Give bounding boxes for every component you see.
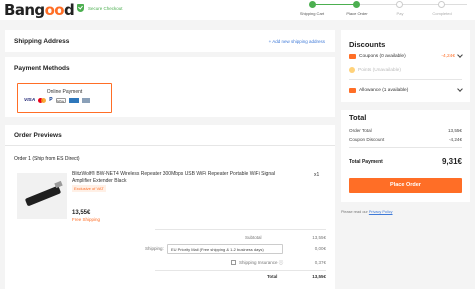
bank-icon — [81, 98, 90, 103]
total-payment-value: 9,31€ — [441, 157, 462, 166]
privacy-policy-note: Please read our Privacy Policy — [341, 210, 393, 214]
section-title: Payment Methods — [14, 65, 70, 72]
online-payment-option[interactable]: Online Payment VISA P GPay — [17, 83, 112, 113]
step-dot-completed — [438, 1, 445, 8]
points-label: Points (Unavailable) — [358, 67, 401, 73]
total-title: Total — [349, 113, 367, 122]
amex-icon — [68, 98, 79, 103]
coupon-discount-label: Coupon Discount — [349, 137, 385, 142]
total-payment-row: Total Payment 9,31€ — [349, 157, 462, 166]
coupon-discount-row: Coupon Discount -4,24€ — [349, 137, 462, 142]
vat-tag: Exclusive of VAT — [72, 185, 106, 192]
totals-panel: Total Order Total 13,55€ Coupon Discount… — [341, 110, 470, 202]
free-shipping-label: Free Shipping — [72, 217, 101, 222]
paypal-icon: P — [49, 97, 53, 103]
usb-plug-icon — [54, 180, 63, 189]
coupon-icon — [349, 53, 356, 59]
shipping-method-select[interactable]: EU Priority Mail (Free shipping & 1-2 bu… — [167, 244, 283, 254]
section-title: Shipping Address — [14, 38, 70, 45]
shipping-insurance-label: Shipping Insurance ⓘ — [239, 260, 284, 265]
policy-prefix: Please read our — [341, 210, 369, 214]
visa-icon: VISA — [24, 98, 36, 103]
points-row: Points (Unavailable) — [349, 66, 462, 74]
order-previews-section: Order Previews Order 1 (Ship from ES Dir… — [5, 125, 335, 289]
shield-icon — [77, 4, 84, 12]
place-order-button[interactable]: Place Order — [349, 178, 462, 193]
payment-icons: VISA P GPay — [24, 98, 90, 103]
privacy-policy-link[interactable]: Privacy Policy — [369, 210, 393, 214]
insurance-value: 0,37€ — [314, 260, 326, 265]
coupons-row[interactable]: Coupons (0 available) -4,24€ — [349, 52, 463, 60]
step-label-place-order: Place Order — [346, 11, 368, 16]
usb-dongle-icon — [24, 185, 62, 207]
allowance-label: Allowance (1 available) — [359, 87, 409, 93]
chevron-down-icon[interactable] — [457, 52, 463, 58]
banggood-logo[interactable]: Bangood — [4, 1, 75, 19]
chevron-down-icon[interactable] — [457, 86, 463, 92]
top-bar: Bangood Secure Checkout Shipping Cart Pl… — [0, 0, 475, 20]
checkout-progress: Shipping Cart Place Order Pay Completed — [290, 0, 475, 20]
coupon-discount-value: -4,24€ — [448, 137, 462, 142]
discounts-title: Discounts — [349, 40, 386, 49]
step-dot-pay — [396, 1, 403, 8]
section-title: Order Previews — [14, 132, 62, 139]
product-title[interactable]: BlitzWolf® BW-NET4 Wireless Repeater 300… — [72, 171, 282, 184]
product-quantity: x1 — [314, 172, 320, 178]
mastercard-icon — [38, 98, 47, 103]
shipping-label: Shipping: — [145, 246, 164, 251]
order-total-label: Order Total — [349, 128, 372, 133]
shipping-insurance-checkbox[interactable] — [231, 260, 236, 265]
discounts-panel: Discounts Coupons (0 available) -4,24€ P… — [341, 30, 470, 102]
allowance-row[interactable]: Allowance (1 available) — [349, 86, 463, 94]
product-image[interactable] — [17, 173, 67, 219]
points-icon — [349, 67, 355, 73]
product-price: 13,55€ — [72, 210, 91, 216]
subtotal-label: Subtotal — [245, 235, 262, 240]
add-shipping-address-link[interactable]: + Add new shipping address — [269, 39, 325, 44]
shipping-value: 0,00€ — [314, 246, 326, 251]
secure-checkout-badge: Secure Checkout — [77, 4, 123, 12]
gpay-icon: GPay — [55, 98, 66, 103]
step-label-cart: Shipping Cart — [299, 11, 325, 16]
step-dot-cart — [309, 1, 316, 8]
payment-methods-section: Payment Methods Online Payment VISA P GP… — [5, 57, 335, 117]
step-dot-place-order — [353, 1, 360, 8]
coupons-label: Coupons (0 available) — [359, 53, 406, 59]
total-label: Total — [267, 274, 278, 279]
coupons-value: -4,24€ — [441, 53, 455, 59]
order-label: Order 1 (Ship from ES Direct) — [14, 156, 80, 162]
total-value: 13,55€ — [312, 274, 326, 279]
shipping-address-section: Shipping Address + Add new shipping addr… — [5, 30, 335, 52]
secure-checkout-label: Secure Checkout — [88, 5, 123, 11]
order-total-value: 13,55€ — [447, 128, 462, 133]
allowance-icon — [349, 87, 356, 93]
order-total-row: Order Total 13,55€ — [349, 128, 462, 133]
step-label-pay: Pay — [396, 11, 404, 16]
step-label-completed: Completed — [432, 11, 452, 16]
subtotal-value: 13,55€ — [312, 235, 326, 240]
online-payment-label: Online Payment — [46, 89, 83, 95]
total-payment-label: Total Payment — [349, 158, 383, 165]
